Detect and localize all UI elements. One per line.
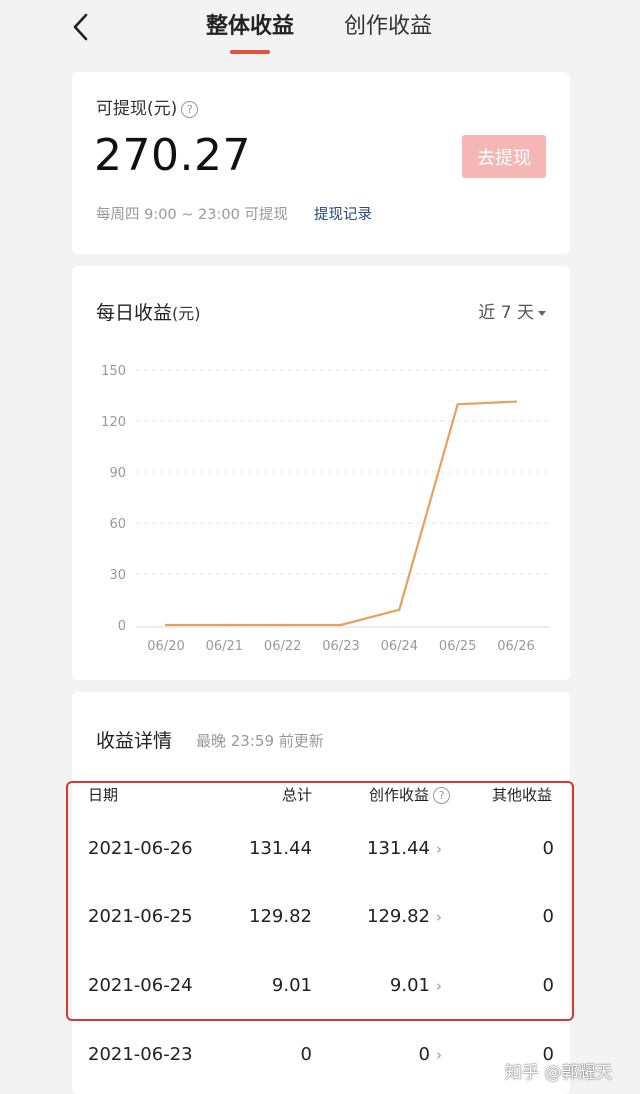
data-point xyxy=(164,623,168,627)
table-row[interactable]: 2021-06-23 0 0 › 0 xyxy=(72,1044,570,1074)
x-tick-label: 06/22 xyxy=(264,639,301,654)
chevron-left-icon[interactable] xyxy=(64,6,100,44)
active-tab-indicator xyxy=(230,50,270,54)
y-tick-label: 150 xyxy=(101,364,126,379)
withdraw-button[interactable]: 去提现 xyxy=(462,135,546,178)
tab-creation-earnings[interactable]: 创作收益 xyxy=(344,8,432,40)
row-date: 2021-06-23 xyxy=(88,1044,193,1065)
watermark: 知乎 @郭耀天 xyxy=(505,1063,613,1083)
available-amount: 270.27 xyxy=(94,130,251,181)
balance-card: 可提现(元)? 270.27 去提现 每周四 9:00 ~ 23:00 可提现 … xyxy=(72,72,570,254)
x-tick-label: 06/26 xyxy=(497,639,534,654)
x-tick-label: 06/24 xyxy=(381,639,418,654)
data-point xyxy=(223,623,226,627)
highlight-box xyxy=(66,781,574,1021)
x-tick-label: 06/21 xyxy=(206,639,243,654)
data-point xyxy=(281,623,284,627)
y-tick-label: 120 xyxy=(101,415,126,430)
x-tick-label: 06/20 xyxy=(147,639,184,654)
detail-update-note: 最晚 23:59 前更新 xyxy=(196,732,324,750)
y-tick-label: 0 xyxy=(118,619,126,634)
withdraw-record-link[interactable]: 提现记录 xyxy=(314,203,372,224)
tab-overall-earnings[interactable]: 整体收益 xyxy=(206,8,294,40)
y-tick-label: 60 xyxy=(109,517,126,532)
data-point xyxy=(456,403,459,406)
available-label: 可提现(元)? xyxy=(96,94,199,119)
withdraw-schedule-note: 每周四 9:00 ~ 23:00 可提现 xyxy=(96,207,288,223)
data-point xyxy=(339,623,343,627)
row-total: 0 xyxy=(300,1044,312,1065)
data-point xyxy=(514,400,518,403)
detail-title: 收益详情 xyxy=(96,730,173,752)
daily-earnings-card: 每日收益(元) 近 7 天 150 120 90 60 30 0 06/20 06/21 06/… xyxy=(72,266,570,680)
y-tick-label: 30 xyxy=(109,568,126,583)
daily-earnings-chart: 150 120 90 60 30 0 06/20 06/21 06/22 06/23 06/24 06… xyxy=(101,364,550,654)
series-line xyxy=(166,400,517,627)
row-creation-value: 0 xyxy=(418,1044,430,1065)
x-tick-label: 06/23 xyxy=(322,639,359,654)
row-creation: 0 › xyxy=(419,1044,442,1065)
data-point xyxy=(398,608,401,611)
y-tick-label: 90 xyxy=(109,466,126,481)
top-bar: 整体收益 创作收益 xyxy=(0,0,640,62)
chevron-right-icon[interactable]: › xyxy=(436,1046,442,1064)
question-circle-icon[interactable]: ? xyxy=(181,100,199,118)
x-tick-label: 06/25 xyxy=(439,639,476,654)
available-label-text: 可提现(元) xyxy=(96,99,178,119)
